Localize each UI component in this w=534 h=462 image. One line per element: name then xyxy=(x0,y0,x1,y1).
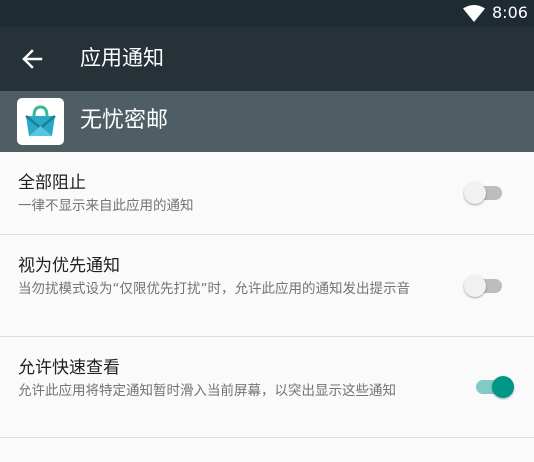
status-bar: 8:06 xyxy=(0,0,534,27)
switch-thumb xyxy=(464,275,486,297)
arrow-left-icon xyxy=(22,49,43,69)
setting-title: 视为优先通知 xyxy=(18,256,120,276)
setting-summary: 允许此应用将特定通知暂时滑入当前屏幕，以突出显示这些通知 xyxy=(18,383,396,399)
priority-switch[interactable] xyxy=(464,273,508,299)
page-title: 应用通知 xyxy=(80,46,164,70)
peek-switch[interactable] xyxy=(472,374,516,400)
setting-priority[interactable]: 视为优先通知 当勿扰模式设为“仅限优先打扰”时，允许此应用的通知发出提示音 xyxy=(0,235,534,336)
divider xyxy=(0,437,534,438)
mail-bag-icon xyxy=(17,98,64,145)
wifi-icon xyxy=(463,5,485,22)
setting-peek[interactable]: 允许快速查看 允许此应用将特定通知暂时滑入当前屏幕，以突出显示这些通知 xyxy=(0,337,534,437)
status-time: 8:06 xyxy=(492,3,528,22)
app-header: 无忧密邮 xyxy=(0,91,534,152)
setting-title: 允许快速查看 xyxy=(18,358,120,378)
setting-block-all[interactable]: 全部阻止 一律不显示来自此应用的通知 xyxy=(0,152,534,234)
app-bar: 应用通知 xyxy=(0,27,534,91)
app-name: 无忧密邮 xyxy=(80,108,169,133)
back-button[interactable] xyxy=(8,43,56,75)
setting-summary: 当勿扰模式设为“仅限优先打扰”时，允许此应用的通知发出提示音 xyxy=(18,281,410,297)
setting-summary: 一律不显示来自此应用的通知 xyxy=(18,198,194,214)
block-all-switch[interactable] xyxy=(464,180,508,206)
switch-thumb xyxy=(464,182,486,204)
switch-thumb xyxy=(492,376,514,398)
setting-title: 全部阻止 xyxy=(18,173,86,193)
